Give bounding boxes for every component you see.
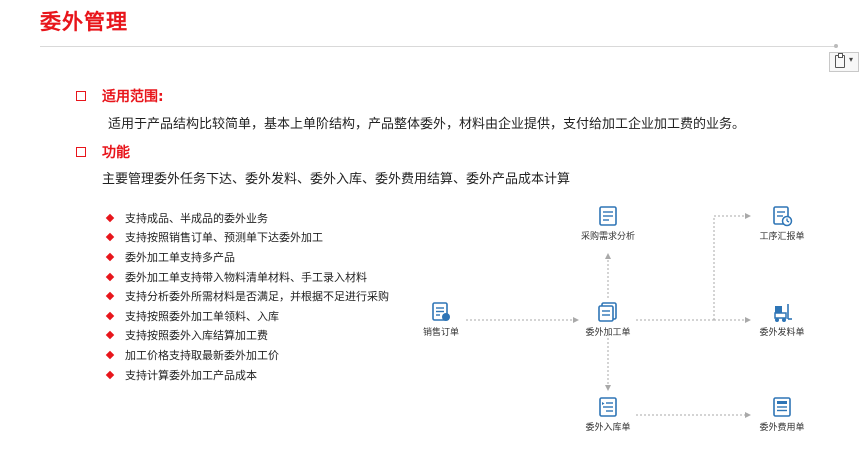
outsource-fee-node: 委外费用单 xyxy=(742,396,822,433)
sales-order-icon xyxy=(432,302,450,321)
purchase-analysis-label: 采购需求分析 xyxy=(580,232,635,242)
process-report-label: 工序汇报单 xyxy=(759,232,805,242)
process-report-icon xyxy=(773,206,793,227)
outsource-order-label: 委外加工单 xyxy=(585,328,631,338)
outsource-fee-label: 委外费用单 xyxy=(759,423,805,433)
outsource-receipt-label: 委外入库单 xyxy=(585,423,631,433)
outsource-order-icon xyxy=(598,302,617,322)
fee-document-icon xyxy=(773,397,791,417)
outsource-receipt-icon xyxy=(599,397,617,417)
process-report-node: 工序汇报单 xyxy=(742,205,822,242)
outsource-issue-node: 委外发料单 xyxy=(742,301,822,338)
sales-order-label: 销售订单 xyxy=(422,328,459,338)
purchase-analysis-node: 采购需求分析 xyxy=(568,205,648,242)
forklift-icon xyxy=(774,304,792,322)
flow-connectors xyxy=(466,213,751,418)
outsource-issue-label: 委外发料单 xyxy=(759,328,805,338)
sales-order-node: 销售订单 xyxy=(401,301,481,338)
outsource-order-node: 委外加工单 xyxy=(568,301,648,338)
purchase-analysis-icon xyxy=(599,206,617,226)
outsource-receipt-node: 委外入库单 xyxy=(568,396,648,433)
